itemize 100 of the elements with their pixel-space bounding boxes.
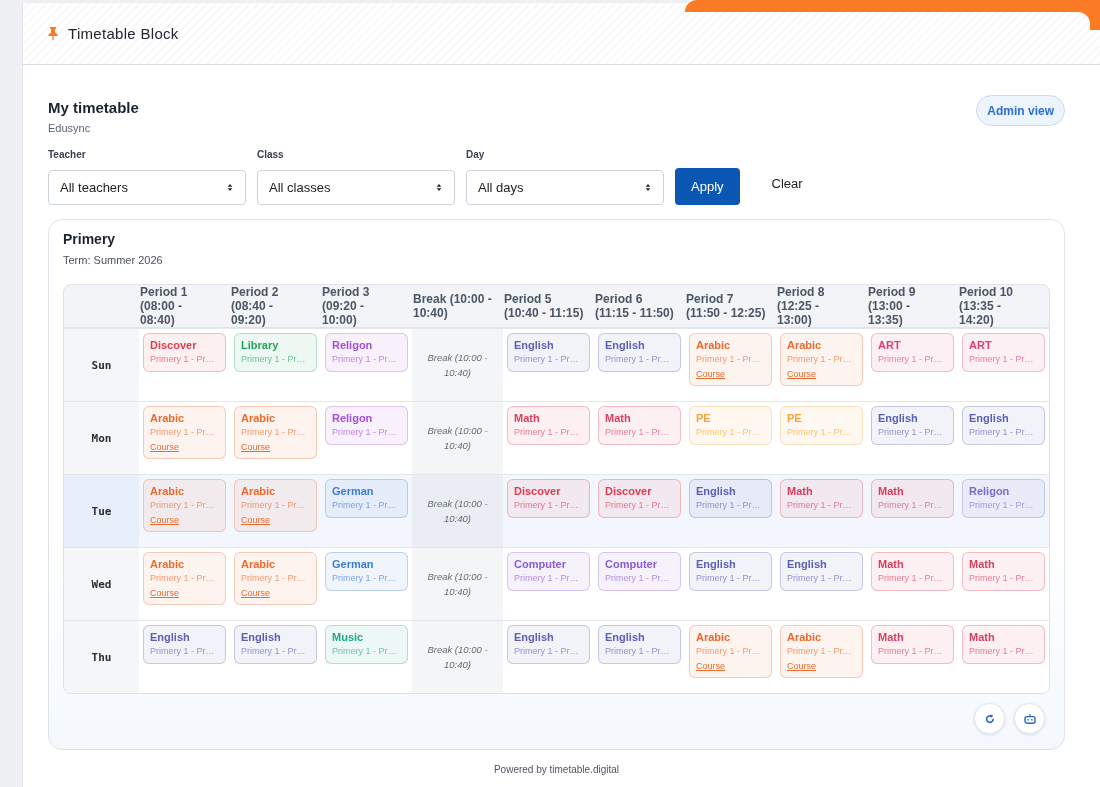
lesson-subject: Arabic — [787, 338, 822, 352]
lesson-subject: PE — [696, 411, 711, 425]
day-cell: Thu — [64, 620, 139, 693]
lesson-group: Primery 1 - Pr… — [605, 499, 670, 512]
lesson-group: Primery 1 - Pr… — [969, 353, 1034, 366]
lesson-subject: Math — [878, 630, 904, 644]
admin-view-button[interactable]: Admin view — [976, 95, 1065, 126]
robot-icon — [1023, 713, 1036, 724]
lesson-subject: PE — [787, 411, 802, 425]
lesson-group: Primery 1 - Pr… — [241, 572, 306, 585]
course-link[interactable]: Course — [241, 514, 270, 526]
lesson-subject: Arabic — [150, 557, 185, 571]
lesson-group: Primery 1 - Pr… — [514, 645, 579, 658]
pushpin-icon — [48, 27, 58, 40]
lesson-subject: English — [696, 557, 736, 571]
filter-label: Class — [257, 149, 284, 161]
lesson-subject: Math — [969, 630, 995, 644]
course-link[interactable]: Course — [787, 660, 816, 672]
powered-by-text: Powered by timetable.digital — [493, 764, 620, 775]
day-cell: Tue — [64, 474, 139, 547]
lesson-subject: Arabic — [696, 338, 731, 352]
lesson-subject: Computer — [514, 557, 566, 571]
lesson-group: Primery 1 - Pr… — [605, 645, 670, 658]
lesson-group: Primery 1 - Pr… — [787, 645, 852, 658]
lesson-group: Primery 1 - Pr… — [150, 499, 215, 512]
course-link[interactable]: Course — [696, 368, 725, 380]
course-link[interactable]: Course — [787, 368, 816, 380]
apply-button[interactable]: Apply — [675, 168, 740, 205]
course-link[interactable]: Course — [150, 441, 179, 453]
lesson-group: Primery 1 - Pr… — [969, 426, 1034, 439]
course-link[interactable]: Course — [696, 660, 725, 672]
lesson-subject: Arabic — [150, 484, 185, 498]
updown-caret-icon — [436, 183, 442, 192]
lesson-group: Primery 1 - Pr… — [878, 572, 943, 585]
lesson-group: Primery 1 - Pr… — [969, 645, 1034, 658]
lesson-group: Primery 1 - Pr… — [150, 645, 215, 658]
day-cell: Wed — [64, 547, 139, 620]
lesson-subject: English — [696, 484, 736, 498]
lesson-subject: German — [332, 557, 374, 571]
lesson-subject: English — [150, 630, 190, 644]
lesson-subject: Religon — [969, 484, 1010, 498]
lesson-group: Primery 1 - Pr… — [878, 499, 943, 512]
lesson-group: Primery 1 - Pr… — [514, 426, 579, 439]
refresh-icon — [984, 713, 995, 724]
lesson-group: Primery 1 - Pr… — [605, 572, 670, 585]
lesson-group: Primery 1 - Pr… — [514, 353, 579, 366]
clear-button[interactable]: Clear — [750, 165, 824, 202]
column-header: Period 9 (13:00 - 13:35) — [868, 285, 917, 327]
lesson-group: Primery 1 - Pr… — [150, 353, 215, 366]
filter-dropdown[interactable]: All classes — [257, 170, 455, 205]
lesson-subject: Math — [969, 557, 995, 571]
lesson-group: Primery 1 - Pr… — [878, 353, 943, 366]
lesson-group: Primery 1 - Pr… — [969, 572, 1034, 585]
column-header: Break (10:00 - 10:40) — [413, 292, 493, 320]
page-title: My timetable — [48, 99, 139, 117]
lesson-group: Primery 1 - Pr… — [787, 499, 852, 512]
lesson-subject: Arabic — [241, 484, 276, 498]
lesson-group: Primery 1 - Pr… — [241, 645, 306, 658]
lesson-subject: German — [332, 484, 374, 498]
lesson-group: Primery 1 - Pr… — [514, 499, 579, 512]
lesson-subject: English — [241, 630, 281, 644]
lesson-subject: English — [969, 411, 1009, 425]
lesson-group: Primery 1 - Pr… — [332, 572, 397, 585]
course-link[interactable]: Course — [150, 514, 179, 526]
lesson-subject: Religon — [332, 411, 373, 425]
filter-label: Day — [466, 149, 485, 161]
column-header: Period 1 (08:00 - 08:40) — [140, 285, 189, 327]
lesson-group: Primery 1 - Pr… — [787, 572, 852, 585]
lesson-group: Primery 1 - Pr… — [696, 426, 761, 439]
course-link[interactable]: Course — [150, 587, 179, 599]
robot-button[interactable] — [1014, 703, 1045, 734]
lesson-subject: English — [878, 411, 918, 425]
lesson-subject: Math — [878, 484, 904, 498]
lesson-subject: Arabic — [241, 557, 276, 571]
course-link[interactable]: Course — [241, 441, 270, 453]
lesson-subject: Arabic — [150, 411, 185, 425]
column-header: Period 10 (13:35 - 14:20) — [959, 285, 1015, 327]
lesson-group: Primery 1 - Pr… — [605, 426, 670, 439]
lesson-subject: English — [514, 338, 554, 352]
lesson-group: Primery 1 - Pr… — [332, 353, 397, 366]
lesson-group: Primery 1 - Pr… — [332, 499, 397, 512]
block-title: Timetable Block — [68, 25, 179, 42]
lesson-group: Primery 1 - Pr… — [150, 572, 215, 585]
refresh-button[interactable] — [974, 703, 1005, 734]
lesson-group: Primery 1 - Pr… — [878, 426, 943, 439]
column-header: Period 3 (09:20 - 10:00) — [322, 285, 371, 327]
lesson-group: Primery 1 - Pr… — [696, 645, 761, 658]
lesson-subject: Arabic — [787, 630, 822, 644]
lesson-subject: ART — [878, 338, 901, 352]
lesson-subject: English — [605, 630, 645, 644]
lesson-group: Primery 1 - Pr… — [605, 353, 670, 366]
filter-label: Teacher — [48, 149, 86, 161]
timetable-title: Primery — [63, 231, 116, 248]
filter-dropdown[interactable]: All days — [466, 170, 664, 205]
course-link[interactable]: Course — [241, 587, 270, 599]
lesson-group: Primery 1 - Pr… — [696, 353, 761, 366]
lesson-subject: English — [787, 557, 827, 571]
lesson-group: Primery 1 - Pr… — [787, 353, 852, 366]
filter-dropdown[interactable]: All teachers — [48, 170, 246, 205]
lesson-group: Primery 1 - Pr… — [696, 572, 761, 585]
